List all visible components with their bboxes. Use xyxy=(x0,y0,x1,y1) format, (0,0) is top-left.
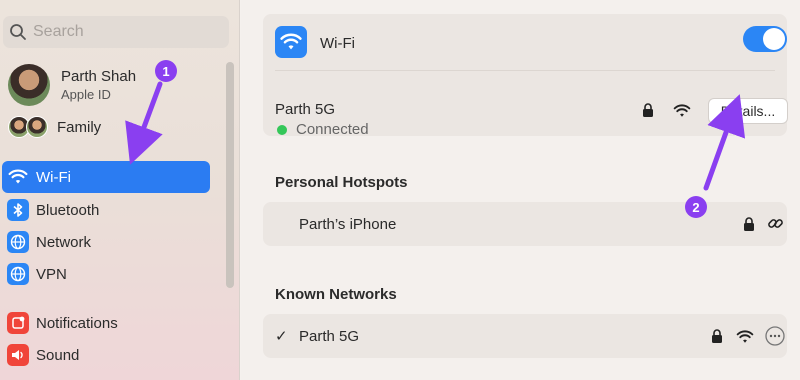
globe-icon xyxy=(7,231,29,253)
sidebar-item-network[interactable]: Network xyxy=(2,226,210,258)
sidebar-item-notifications[interactable]: Notifications xyxy=(2,307,210,339)
checkmark-icon: ✓ xyxy=(275,328,288,345)
search-icon xyxy=(10,24,26,40)
sidebar-item-wifi[interactable]: Wi-Fi xyxy=(2,161,210,193)
hotspot-name: Parth’s iPhone xyxy=(299,216,397,233)
connection-status: Connected xyxy=(277,121,369,138)
speaker-icon xyxy=(7,344,29,366)
sidebar-item-sound[interactable]: Sound xyxy=(2,339,210,371)
profile-name: Parth Shah xyxy=(61,68,137,85)
section-title-hotspots: Personal Hotspots xyxy=(275,174,408,191)
profile-subtitle: Apple ID xyxy=(61,87,111,102)
sidebar-item-vpn[interactable]: VPN xyxy=(2,258,210,290)
annotation-badge-2: 2 xyxy=(685,196,707,218)
wifi-icon xyxy=(275,26,307,58)
hotspot-row[interactable]: Parth’s iPhone xyxy=(263,202,787,246)
link-icon xyxy=(768,219,783,228)
wifi-card: Wi-Fi Parth 5G Connected Details... xyxy=(263,14,788,138)
known-network-row[interactable]: ✓ Parth 5G xyxy=(263,314,787,358)
wifi-signal-icon xyxy=(736,330,754,343)
sidebar-item-label: Wi-Fi xyxy=(36,168,71,186)
family-avatar xyxy=(26,116,48,138)
family-label: Family xyxy=(57,118,102,136)
sidebar-scrollbar[interactable] xyxy=(226,62,234,288)
annotation-badge-1: 1 xyxy=(155,60,177,82)
lock-icon xyxy=(744,217,754,231)
sidebar-item-label: Notifications xyxy=(36,314,118,332)
sidebar-item-label: Bluetooth xyxy=(36,201,100,219)
lock-icon xyxy=(712,329,722,343)
status-label: Connected xyxy=(296,121,369,138)
sidebar: Search Parth Shah Apple ID Family Wi-Fi … xyxy=(0,0,240,380)
bell-icon xyxy=(7,312,29,334)
avatar xyxy=(8,64,50,106)
wifi-icon xyxy=(7,166,29,188)
sidebar-item-bluetooth[interactable]: Bluetooth xyxy=(2,194,210,226)
more-options-icon[interactable] xyxy=(765,326,785,346)
sidebar-item-label: Sound xyxy=(36,346,80,364)
toggle-knob xyxy=(763,28,785,50)
sidebar-item-label: VPN xyxy=(36,265,67,283)
wifi-toggle[interactable] xyxy=(743,26,787,52)
divider xyxy=(275,70,775,71)
main-panel: Wi-Fi Parth 5G Connected Details... Pers… xyxy=(241,0,800,380)
wifi-signal-icon xyxy=(673,104,691,117)
wifi-title: Wi-Fi xyxy=(320,35,355,52)
sidebar-item-label: Network xyxy=(36,233,92,251)
lock-icon xyxy=(643,103,653,117)
globe-icon xyxy=(7,263,29,285)
section-title-known: Known Networks xyxy=(275,286,397,303)
bluetooth-icon xyxy=(7,199,29,221)
status-dot xyxy=(277,124,287,135)
current-network-name: Parth 5G xyxy=(275,101,336,118)
details-button[interactable]: Details... xyxy=(708,98,788,124)
apple-id-profile[interactable]: Parth Shah Apple ID xyxy=(8,64,136,106)
known-network-name: Parth 5G xyxy=(299,328,360,345)
search-placeholder: Search xyxy=(33,23,84,40)
search-field[interactable]: Search xyxy=(3,16,229,48)
family-item[interactable]: Family xyxy=(8,116,101,138)
